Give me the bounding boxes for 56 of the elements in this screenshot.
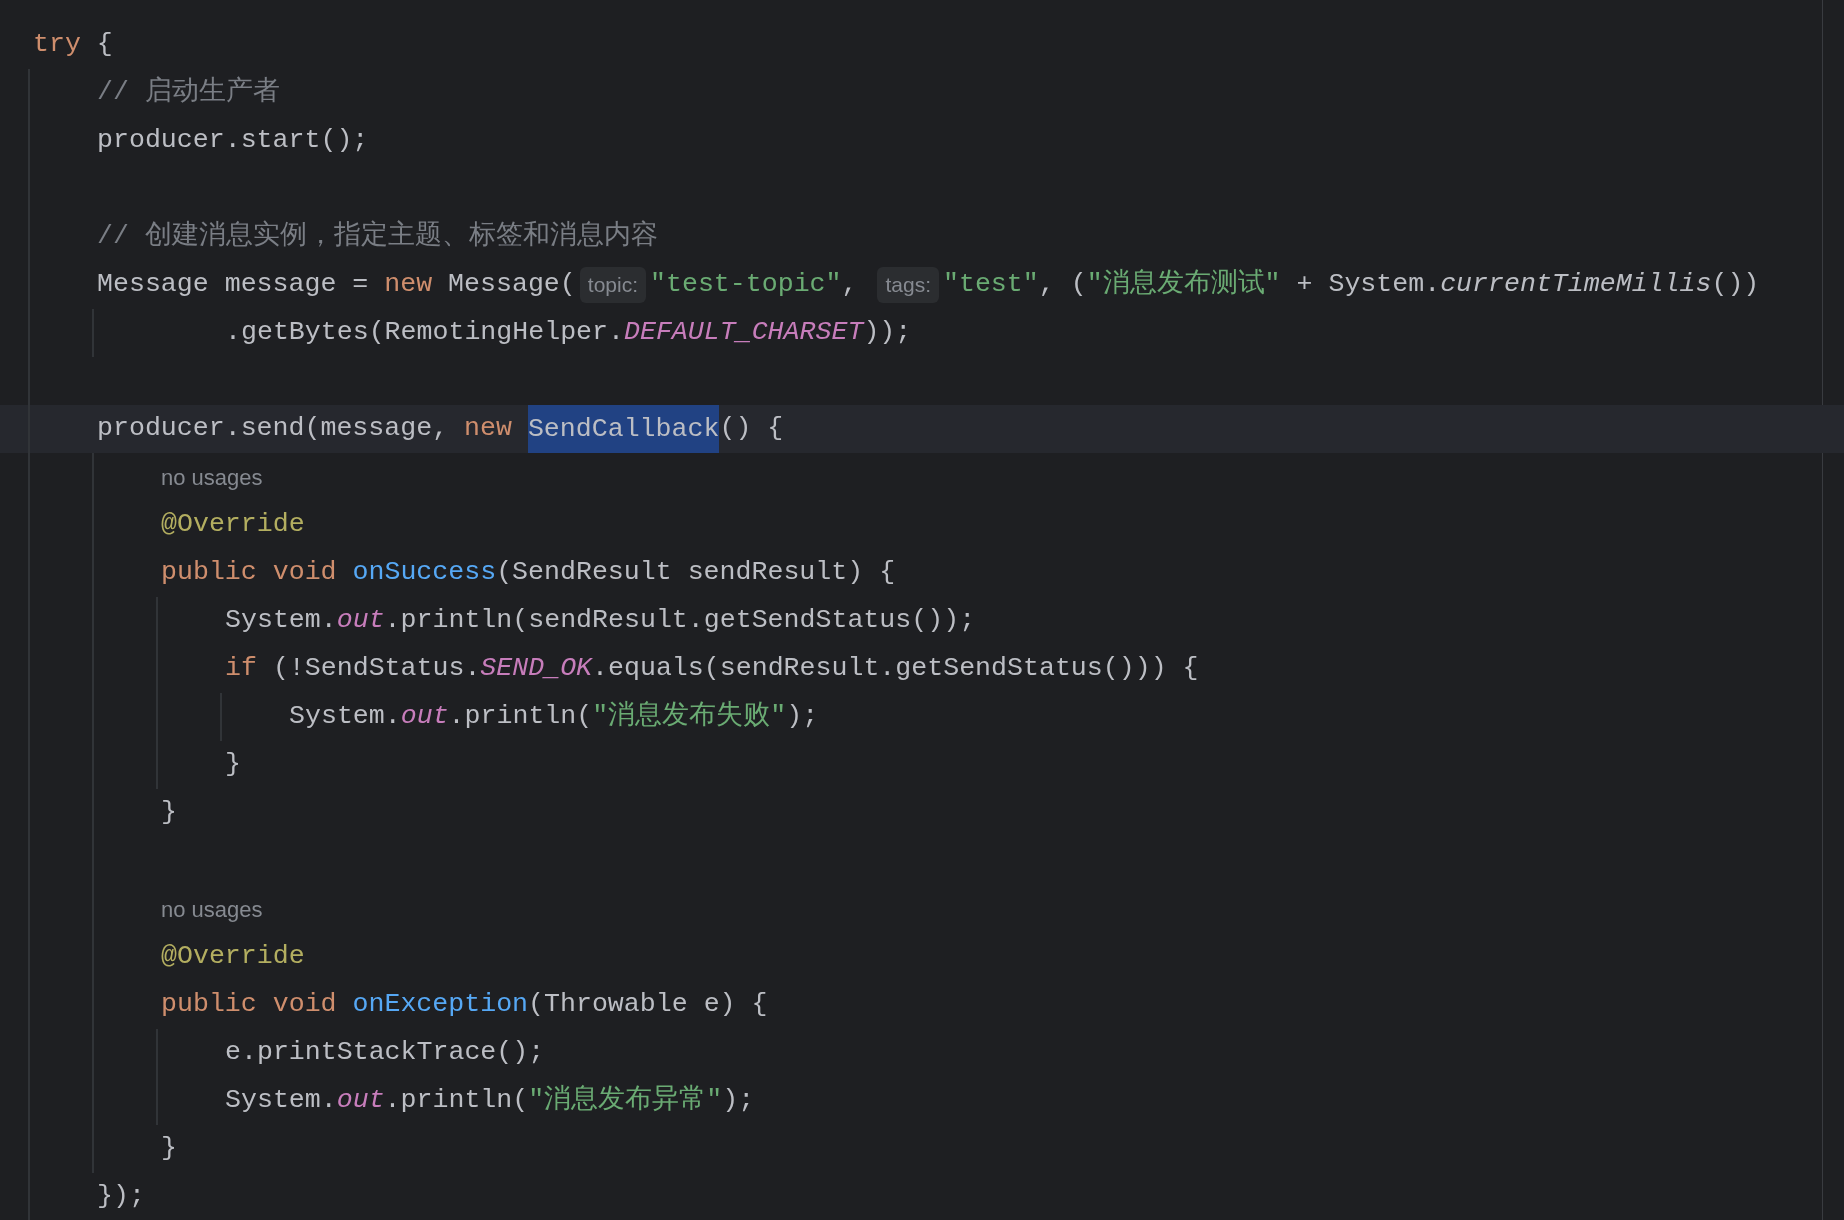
keyword: public void (161, 556, 338, 590)
method-name: onException (352, 988, 529, 1022)
method-call: currentTimeMillis (1440, 268, 1712, 302)
code-text: } (161, 796, 177, 830)
string-literal: "消息发布测试" (1086, 268, 1281, 302)
usage-hint: no usages (161, 463, 263, 492)
code-text: (!SendStatus. (271, 652, 481, 686)
constant-name: out (336, 1084, 385, 1118)
code-text: System. (225, 604, 337, 638)
constant-name: out (336, 604, 385, 638)
code-text: System. (225, 1084, 337, 1118)
keyword: new (384, 268, 433, 302)
code-text: e.printStackTrace(); (225, 1036, 545, 1070)
code-text: , (841, 268, 859, 302)
code-text: .println( (384, 1084, 529, 1118)
keyword: try (33, 28, 81, 62)
parameter-hint: tags: (877, 267, 939, 303)
string-literal: "消息发布异常" (528, 1083, 723, 1118)
string-literal: "test" (942, 268, 1039, 302)
annotation: @Override (161, 940, 305, 974)
code-text: + System. (1295, 268, 1441, 302)
code-text: ); (786, 700, 819, 734)
code-comment: // 创建消息实例，指定主题、标签和消息内容 (97, 219, 658, 254)
selected-text: SendCallback (527, 405, 720, 453)
string-literal: "test-topic" (650, 268, 842, 302)
code-text: System. (289, 700, 401, 734)
usage-hint: no usages (161, 895, 263, 924)
code-text: producer.send(message, (97, 412, 450, 446)
string-literal: "消息发布失败" (592, 700, 787, 734)
code-text: .getBytes(RemotingHelper. (225, 316, 624, 350)
code-text: ()) (1711, 268, 1760, 302)
annotation: @Override (161, 508, 305, 542)
code-text: .println(sendResult.getSendStatus()); (384, 604, 976, 638)
code-text: () { (719, 412, 784, 446)
code-comment: // 启动生产者 (97, 75, 280, 110)
constant-name: SEND_OK (480, 652, 593, 686)
code-text: { (95, 28, 113, 62)
code-text: Message message = (97, 268, 370, 302)
keyword: new (464, 412, 513, 446)
code-text: producer.start(); (97, 124, 369, 158)
keyword: public void (161, 988, 338, 1022)
code-text: ); (722, 1084, 755, 1118)
code-text: } (225, 748, 241, 782)
parameter-hint: topic: (579, 267, 646, 303)
constant-name: out (400, 700, 449, 734)
code-text: } (161, 1132, 177, 1166)
code-text: (SendResult sendResult) { (496, 556, 896, 590)
code-text: }); (97, 1180, 145, 1214)
code-text: .equals(sendResult.getSendStatus())) { (592, 652, 1199, 686)
code-text: Message( (447, 268, 576, 302)
constant-name: DEFAULT_CHARSET (624, 316, 864, 350)
code-text: .println( (448, 700, 593, 734)
keyword: if (225, 652, 257, 686)
code-text: , ( (1038, 268, 1087, 302)
method-name: onSuccess (352, 556, 497, 590)
code-text: (Throwable e) { (528, 988, 768, 1022)
